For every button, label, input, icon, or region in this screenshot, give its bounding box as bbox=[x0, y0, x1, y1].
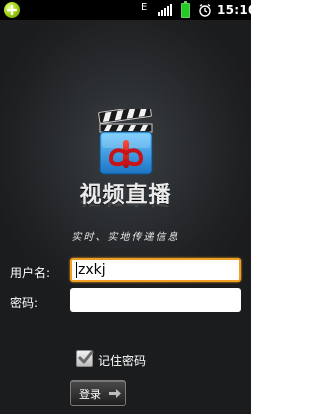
app-notification-icon bbox=[4, 2, 20, 18]
username-label: 用户名: bbox=[10, 266, 51, 280]
username-input[interactable]: zxkj bbox=[70, 258, 241, 282]
status-bar: E 15:10 bbox=[0, 0, 251, 20]
app-title-reflection: 视频直播 bbox=[0, 201, 251, 213]
password-label: 密码: bbox=[10, 296, 39, 310]
username-value: zxkj bbox=[78, 262, 106, 278]
login-button-label: 登录 bbox=[79, 388, 101, 401]
login-button[interactable]: 登录 bbox=[70, 380, 126, 406]
login-screen: E 15:10 bbox=[0, 0, 251, 414]
remember-password-label[interactable]: 记住密码 bbox=[98, 352, 146, 369]
network-type-label: E bbox=[141, 2, 148, 13]
video-clapperboard-icon bbox=[98, 109, 153, 175]
arrow-right-icon bbox=[109, 389, 121, 398]
remember-password-checkbox[interactable] bbox=[76, 350, 94, 367]
checkmark-icon bbox=[78, 350, 94, 364]
battery-icon bbox=[181, 1, 190, 18]
alarm-icon bbox=[199, 3, 211, 17]
password-input[interactable] bbox=[70, 288, 241, 312]
signal-icon bbox=[158, 4, 172, 16]
clock: 15:10 bbox=[217, 3, 251, 17]
app-slogan: 实时、实地传递信息 bbox=[71, 232, 180, 243]
text-caret bbox=[76, 262, 77, 278]
